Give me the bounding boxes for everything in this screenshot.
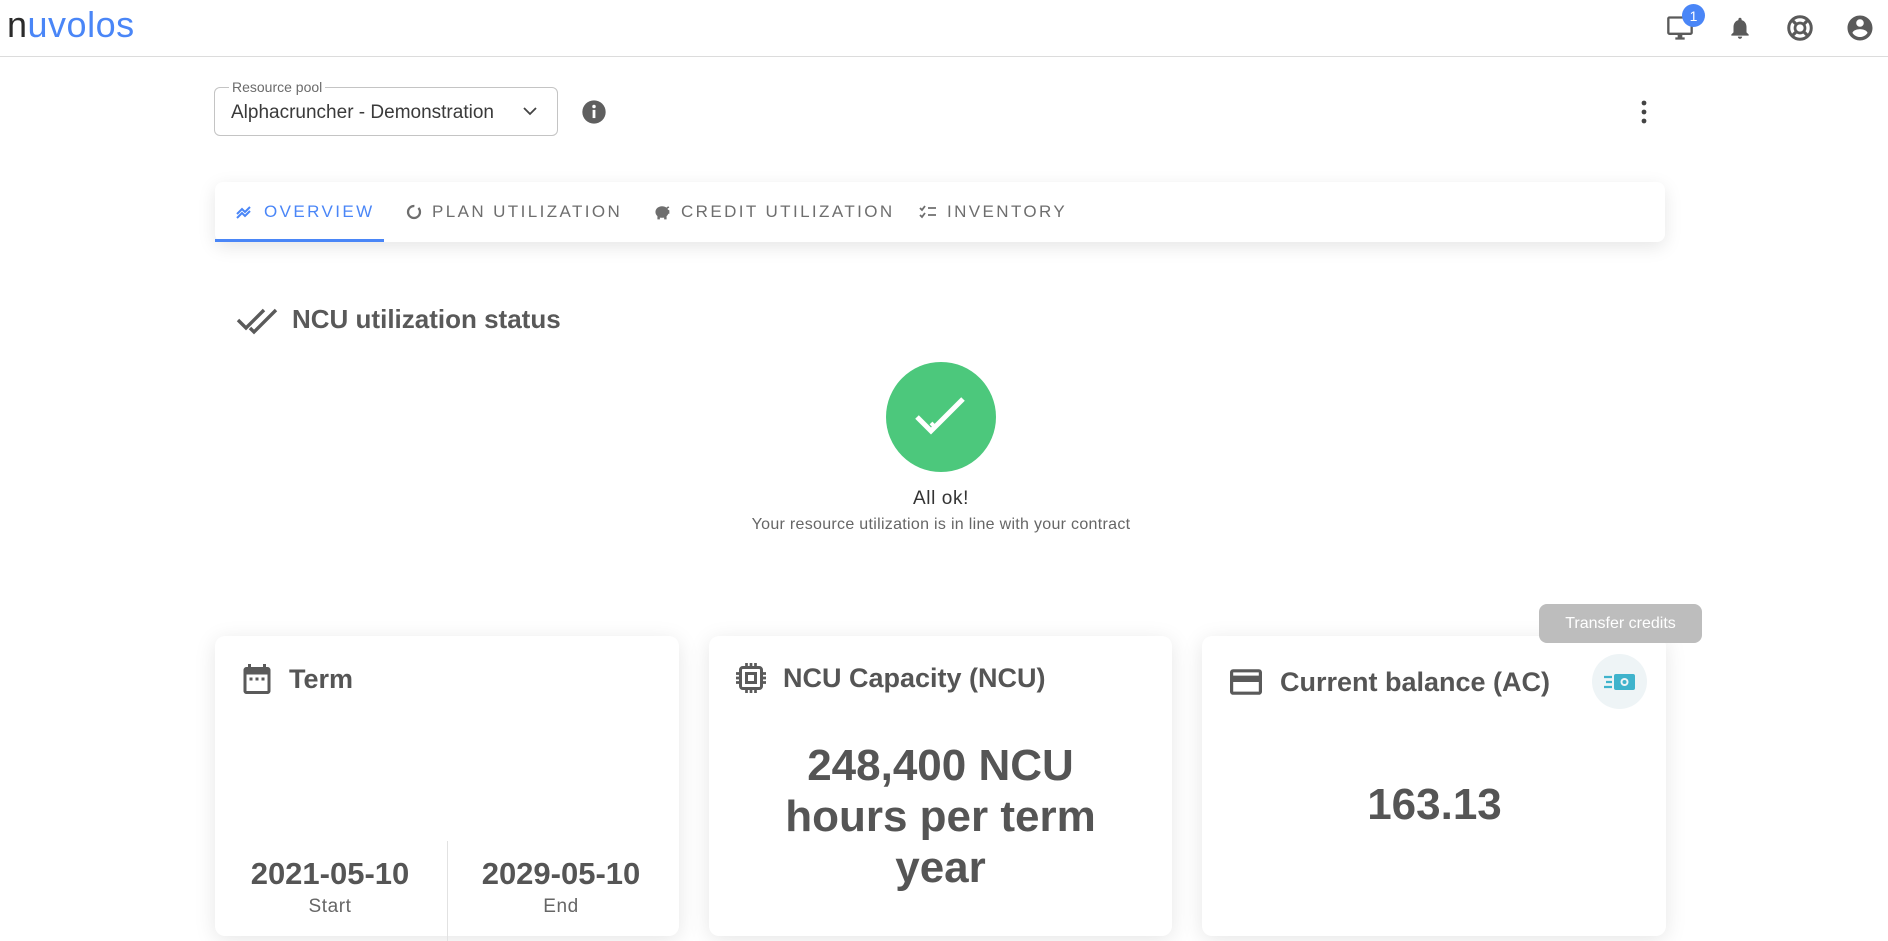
section-title-ncu-status: NCU utilization status [236, 304, 561, 335]
transfer-credits-button[interactable]: Transfer credits [1539, 604, 1702, 643]
term-end-date: 2029-05-10 [481, 856, 641, 891]
tab-label: PLAN UTILIZATION [432, 202, 623, 221]
bell-icon[interactable] [1722, 10, 1758, 46]
term-card-title: Term [289, 663, 354, 694]
info-icon[interactable] [580, 98, 608, 131]
tab-inventory[interactable]: INVENTORY [918, 182, 1067, 242]
ncu-capacity-card-header: NCU Capacity (NCU) [733, 660, 1046, 696]
term-start-date: 2021-05-10 [250, 856, 410, 891]
top-bar: nuvolos 1 [0, 0, 1888, 57]
active-tab-indicator [215, 239, 384, 242]
term-end: 2029-05-10 End [461, 856, 661, 918]
tab-plan-utilization[interactable]: PLAN UTILIZATION [405, 182, 622, 242]
term-card: Term 2021-05-10 Start 2029-05-10 End [215, 636, 679, 941]
status-ok-circle [886, 362, 996, 472]
credit-card-icon [1230, 669, 1262, 695]
ncu-capacity-card: NCU Capacity (NCU) 248,400 NCU hours per… [709, 636, 1172, 936]
notification-count-badge: 1 [1682, 4, 1705, 27]
nuvolos-logo[interactable]: nuvolos [7, 4, 135, 46]
current-balance-value: 163.13 [1367, 780, 1502, 829]
status-description: Your resource utilization is in line wit… [751, 516, 1131, 533]
account-circle-icon[interactable] [1842, 10, 1878, 46]
resource-pool-value: Alphacruncher - Demonstration [231, 102, 494, 123]
section-title-text: NCU utilization status [292, 304, 561, 334]
tab-label: INVENTORY [947, 202, 1068, 221]
chip-icon [736, 663, 766, 693]
ncu-capacity-card-title: NCU Capacity (NCU) [783, 662, 1046, 693]
current-balance-card: Current balance (AC) 163.13 [1202, 636, 1666, 936]
status-title: All ok! [913, 488, 969, 509]
checklist-icon [919, 205, 936, 219]
tab-overview[interactable]: OVERVIEW [235, 182, 375, 242]
resource-pool-label: Resource pool [229, 79, 326, 95]
term-start-label: Start [308, 896, 352, 917]
double-check-icon [915, 397, 965, 435]
ncu-capacity-value: 248,400 NCU hours per term year [785, 741, 1096, 892]
calendar-icon [243, 664, 271, 694]
current-balance-card-header: Current balance (AC) [1226, 666, 1550, 698]
tab-credit-utilization[interactable]: CREDIT UTILIZATION [652, 182, 895, 242]
current-balance-card-title: Current balance (AC) [1280, 666, 1551, 697]
term-card-header: Term [239, 660, 353, 698]
tab-label: CREDIT UTILIZATION [681, 202, 895, 221]
term-end-label: End [543, 896, 579, 917]
cash-icon[interactable] [1592, 654, 1647, 709]
double-check-icon [236, 308, 278, 334]
trending-icon [236, 206, 251, 219]
more-options-icon[interactable] [1632, 98, 1656, 131]
chevron-down-icon [521, 102, 539, 125]
tab-bar: OVERVIEW PLAN UTILIZATION CREDIT UTILIZA… [215, 182, 1665, 242]
date-divider [447, 841, 448, 941]
lifebuoy-icon[interactable] [1782, 10, 1818, 46]
tab-label: OVERVIEW [264, 202, 375, 221]
term-start: 2021-05-10 Start [230, 856, 430, 918]
donut-icon [406, 204, 422, 220]
resource-pool-select[interactable]: Resource pool Alphacruncher - Demonstrat… [214, 79, 558, 136]
piggy-bank-icon [655, 206, 670, 220]
